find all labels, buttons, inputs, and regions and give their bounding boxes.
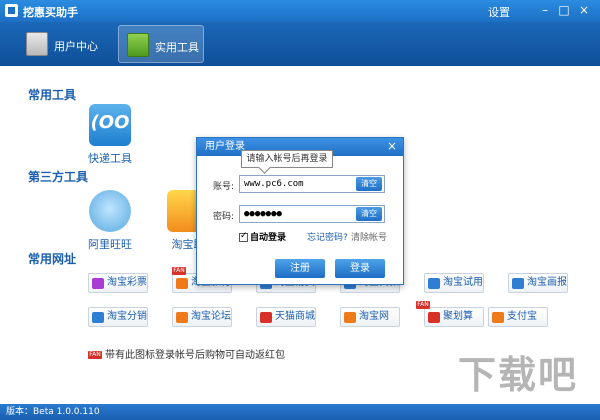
taobao-distribution-icon: [92, 312, 104, 323]
password-clear-button[interactable]: 清空: [356, 207, 382, 221]
app-wangwang-label: 阿里旺旺: [88, 238, 132, 251]
account-input[interactable]: www.pc6.com 清空: [239, 175, 385, 193]
link-taobao-pictorial[interactable]: 淘宝画报: [508, 273, 568, 293]
dialog-close-icon[interactable]: ×: [387, 139, 397, 153]
auto-login-checkbox[interactable]: 自动登录: [239, 230, 286, 243]
basket-icon: [127, 33, 149, 57]
maximize-icon[interactable]: □: [556, 3, 572, 19]
account-clear-button[interactable]: 清空: [356, 177, 382, 191]
account-label: 账号:: [213, 182, 235, 192]
account-tooltip: 请输入帐号后再登录: [241, 150, 333, 168]
forgot-password-link[interactable]: 忘记密码?: [307, 230, 348, 243]
link-juhuasuan[interactable]: 聚划算: [424, 307, 484, 327]
section-third-party: 第三方工具: [28, 170, 89, 184]
title-bar: 挖惠买助手 设置 – □ ×: [0, 0, 600, 22]
status-bar: 版本：Beta 1.0.0.110: [0, 404, 600, 420]
password-input[interactable]: ●●●●●●● 清空: [239, 205, 385, 223]
taobao-pictorial-icon: [512, 278, 524, 289]
register-button[interactable]: 注册: [275, 259, 325, 278]
watermark-url: www.xiazaiba.com: [516, 393, 600, 403]
version-text: 版本：Beta 1.0.0.110: [6, 407, 100, 417]
alipay-icon: [492, 312, 504, 323]
watermark: 下载吧: [458, 353, 579, 397]
tab-tools[interactable]: 实用工具: [118, 25, 204, 63]
fan-note: FAN 带有此图标登录帐号后购物可自动返红包: [88, 350, 285, 361]
link-taobao-forum[interactable]: 淘宝论坛: [172, 307, 232, 327]
link-taobao-lottery[interactable]: 淘宝彩票: [88, 273, 148, 293]
taobao-lottery-icon: [92, 278, 104, 289]
login-dialog: 用户登录 × 请输入帐号后再登录 账号: www.pc6.com 清空 密码: …: [196, 137, 404, 285]
link-alipay[interactable]: 支付宝: [488, 307, 548, 327]
close-icon[interactable]: ×: [576, 3, 592, 19]
section-common-sites: 常用网址: [28, 252, 77, 266]
section-common-tools: 常用工具: [28, 88, 77, 102]
tab-user-center-label: 用户中心: [54, 40, 98, 53]
link-taobao-distribution[interactable]: 淘宝分销: [88, 307, 148, 327]
checkbox-checked-icon: [239, 231, 248, 242]
app-logo-icon: [5, 4, 18, 17]
settings-menu[interactable]: 设置: [488, 4, 510, 20]
tab-user-center[interactable]: 用户中心: [18, 25, 108, 63]
link-taobao[interactable]: 淘宝网: [340, 307, 400, 327]
user-book-icon: [26, 32, 48, 56]
juhuasuan-icon: [428, 312, 440, 323]
fan-badge: FAN: [88, 351, 102, 359]
fan-badge: FAN: [172, 267, 186, 275]
clear-account-link[interactable]: 清除帐号: [351, 230, 387, 243]
app-kuaidi[interactable]: (OO 快递工具: [80, 104, 140, 166]
app-wangwang[interactable]: 阿里旺旺: [80, 190, 140, 252]
link-taobao-trial[interactable]: 淘宝试用: [424, 273, 484, 293]
minimize-icon[interactable]: –: [537, 3, 553, 19]
tab-tools-label: 实用工具: [155, 41, 199, 54]
taobao-forum-icon: [176, 312, 188, 323]
fan-badge: FAN: [416, 301, 430, 309]
tmall-icon: [260, 312, 272, 323]
app-kuaidi-label: 快递工具: [88, 152, 132, 165]
kuaidi-icon: (OO: [89, 104, 131, 146]
login-button[interactable]: 登录: [335, 259, 385, 278]
wangwang-icon: [89, 190, 131, 232]
app-title: 挖惠买助手: [23, 6, 78, 19]
main-toolbar: 用户中心 实用工具: [0, 22, 600, 66]
taobao-icon: [344, 312, 356, 323]
link-tmall[interactable]: 天猫商城: [256, 307, 316, 327]
taobao-travel-icon: [176, 278, 188, 289]
password-label: 密码:: [213, 212, 235, 222]
taobao-trial-icon: [428, 278, 440, 289]
